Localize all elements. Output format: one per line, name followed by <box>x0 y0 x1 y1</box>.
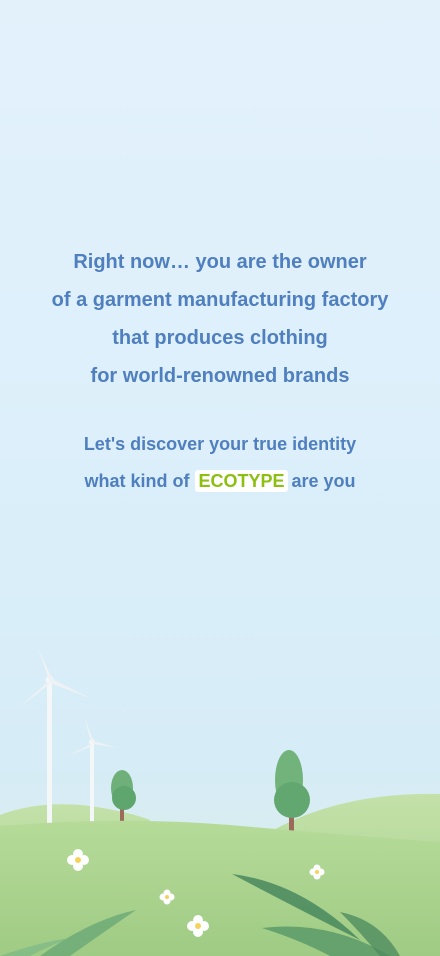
intro-line-3: that produces clothing <box>112 327 328 349</box>
question-prefix: what kind of <box>84 471 190 491</box>
question-line-1: Let's discover your true identity <box>83 434 357 454</box>
wind-turbine-icon <box>18 648 90 825</box>
question-line-2: what kind of ECOTYPE are you <box>0 463 440 500</box>
question-suffix: are you <box>291 471 356 491</box>
intro-line-2: of a garment manufacturing factory <box>51 289 389 311</box>
intro-text: Right now… you are the owner of a garmen… <box>0 243 440 395</box>
intro-line-1: Right now… you are the owner <box>73 251 367 273</box>
question-text: Let's discover your true identity what k… <box>0 426 440 500</box>
intro-screen: Right now… you are the owner of a garmen… <box>0 0 440 956</box>
landscape-illustration <box>0 648 440 956</box>
intro-line-4: for world-renowned brands <box>90 365 350 387</box>
ecotype-badge: ECOTYPE <box>195 470 288 492</box>
